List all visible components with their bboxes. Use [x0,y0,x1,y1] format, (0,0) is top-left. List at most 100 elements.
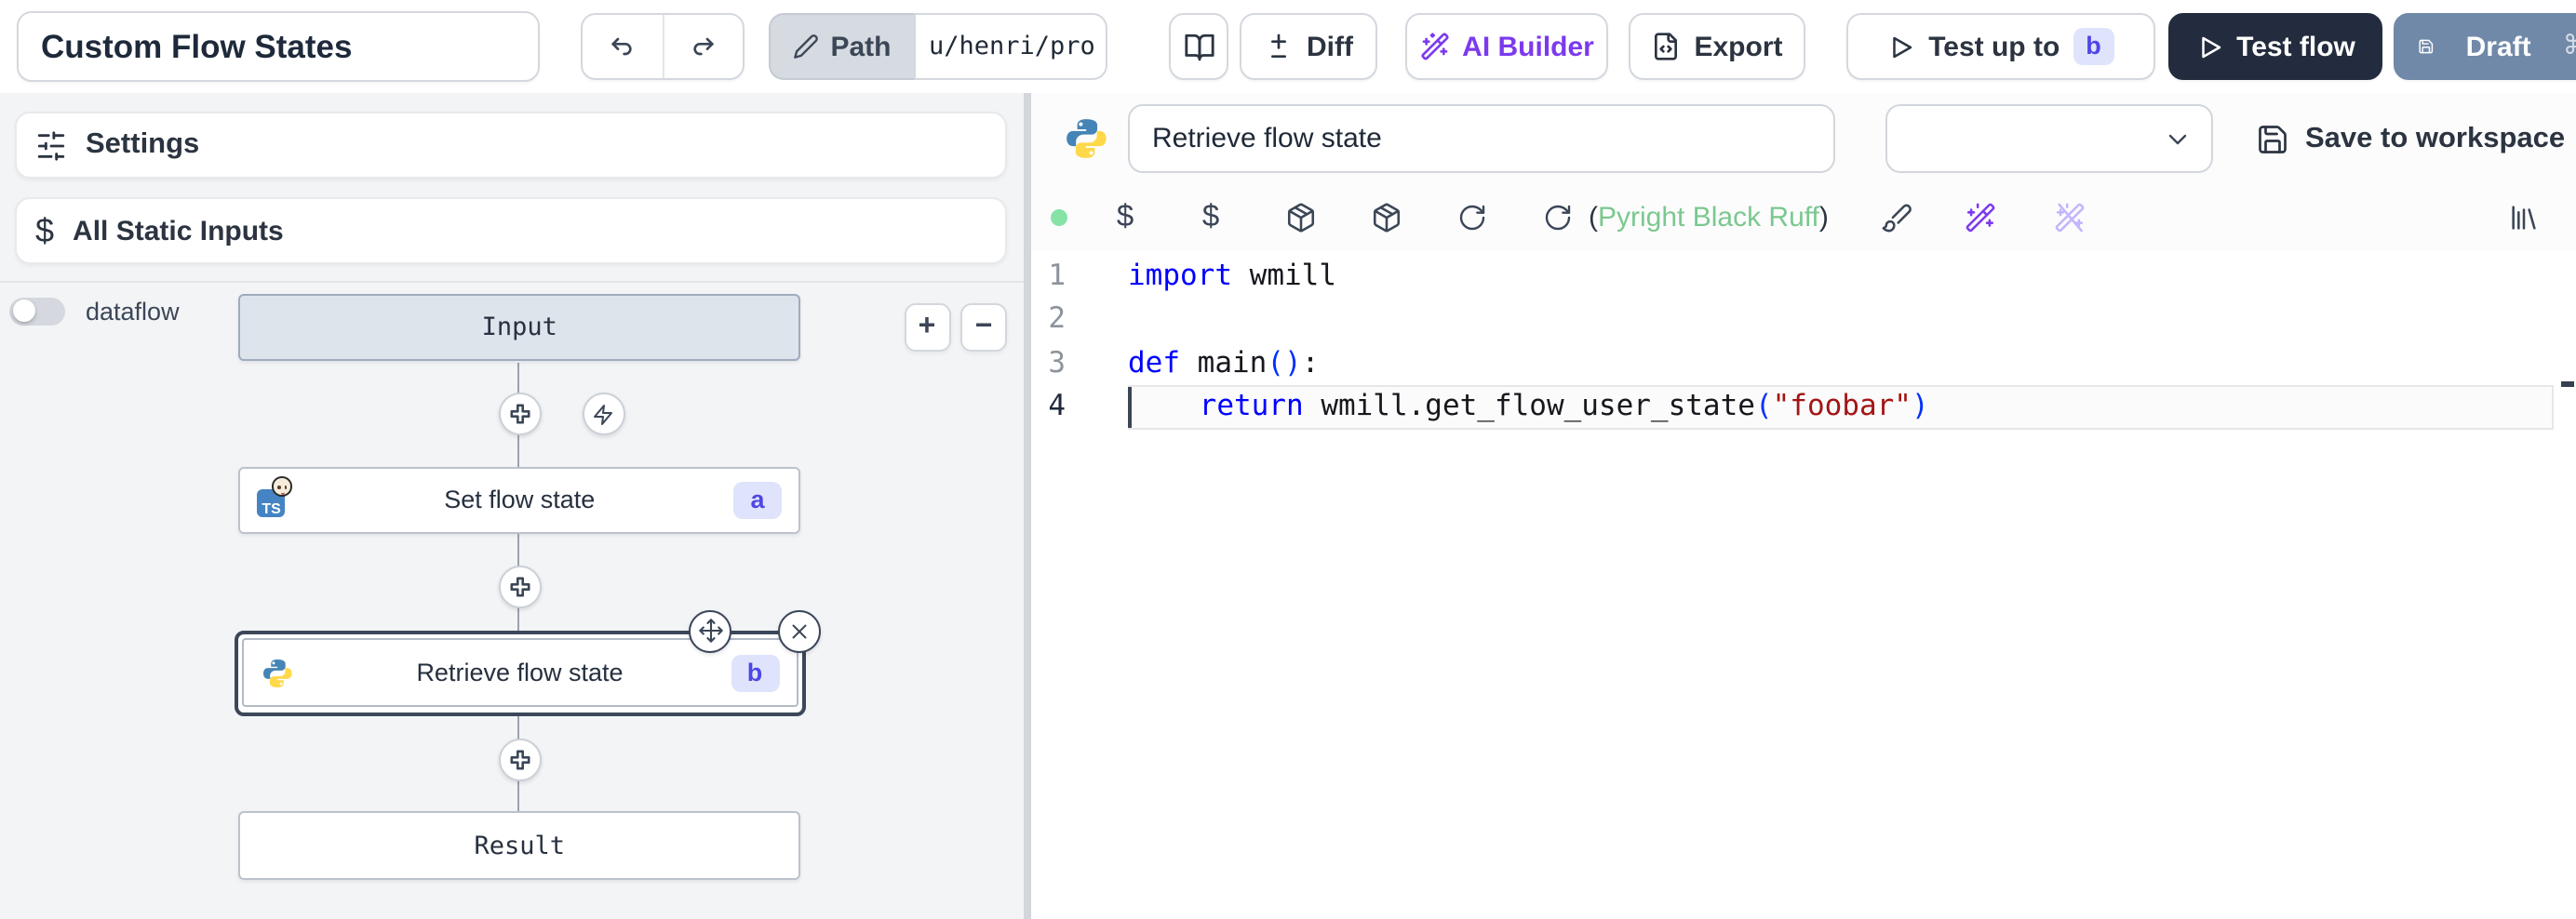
play-icon [1887,33,1915,60]
python-icon [261,656,294,689]
language-select[interactable] [1885,104,2213,174]
insert-step-button[interactable] [498,738,541,780]
dollar-icon: $ [35,211,54,250]
graph-zoom-in-button[interactable]: + [904,303,950,351]
diff-label: Diff [1307,31,1353,62]
save-draft-button[interactable]: Draft ⌘S [2394,13,2576,80]
line-number: 4 [1030,385,1066,429]
node-id-badge: b [731,654,779,691]
sliders-icon [35,129,67,161]
file-code-icon [1651,32,1681,61]
library-icon[interactable] [2507,203,2539,234]
chevron-down-icon [2163,124,2193,153]
windmill-flow-editor: Custom Flow States Path u/henri/pro Diff [0,0,2576,919]
dataflow-label: dataflow [86,298,180,326]
code-line[interactable]: 3def main(): [1030,341,2576,385]
flow-title: Custom Flow States [41,27,353,66]
flow-node-set-flow-state[interactable]: TS Set flow state a [239,467,800,535]
save-to-workspace-label: Save to workspace [2305,122,2565,155]
flow-node-result[interactable]: Result [239,812,800,880]
ai-wand-icon[interactable] [1965,203,1996,234]
editor-toolbar: $ $ (Pyright Black Ruff) [1030,186,2576,252]
play-icon [2195,33,2223,60]
python-icon [1062,115,1108,162]
insert-step-button[interactable] [498,393,541,436]
insert-step-button[interactable] [498,566,541,608]
redo-icon [689,32,718,61]
save-to-workspace-button[interactable]: Save to workspace [2255,115,2565,162]
graph-zoom-out-button[interactable]: − [960,303,1007,351]
redo-button[interactable] [662,15,743,78]
reload-icon[interactable] [1542,204,1572,233]
close-icon [787,619,812,643]
flow-node-input[interactable]: Input [239,294,800,362]
ai-builder-label: AI Builder [1462,31,1594,62]
settings-card[interactable]: Settings [15,112,1007,179]
line-number: 3 [1030,341,1066,385]
node-label: Input [482,313,557,342]
panel-splitter[interactable] [1024,93,1030,919]
wand-sparkles-icon [1419,32,1449,61]
main-area: Settings $ All Static Inputs dataflow In… [0,93,2576,919]
step-badge: b [2073,28,2114,65]
trigger-bolt-button[interactable] [582,393,624,436]
delete-node-button[interactable] [778,609,821,652]
package-icon[interactable] [1284,203,1316,234]
resource-picker-icon[interactable]: $ [1202,201,1219,236]
all-static-inputs-card[interactable]: $ All Static Inputs [15,197,1007,264]
code-line[interactable]: 2 [1030,298,2576,341]
diff-button[interactable]: Diff [1240,13,1377,80]
bolt-icon [592,404,614,426]
format-brush-icon[interactable] [1880,203,1912,234]
path-value[interactable]: u/henri/pro [914,13,1107,80]
top-toolbar: Custom Flow States Path u/henri/pro Diff [0,0,2576,95]
save-icon [2418,32,2435,61]
export-label: Export [1694,31,1782,62]
undo-redo-group [581,13,745,80]
undo-button[interactable] [583,15,662,78]
node-id-badge: a [733,482,782,519]
toggle-knob [12,300,34,322]
dataflow-toggle[interactable] [9,297,65,325]
code-line[interactable]: 4 return wmill.get_flow_user_state("foob… [1030,385,2576,429]
step-header-row: Save to workspace [1030,93,2576,186]
plus-icon [507,747,531,771]
move-node-button[interactable] [689,609,731,652]
code-lines: 1import wmill23def main():4 return wmill… [1030,254,2576,429]
line-number: 1 [1030,254,1066,298]
code-editor[interactable]: 1import wmill23def main():4 return wmill… [1030,250,2576,919]
reload-icon[interactable] [1456,204,1486,233]
flow-graph-panel: Settings $ All Static Inputs dataflow In… [0,93,1024,919]
variable-picker-icon[interactable]: $ [1117,201,1134,236]
export-button[interactable]: Export [1629,13,1805,80]
plus-minus-icon [1264,32,1294,61]
ai-wand-off-icon[interactable] [2053,203,2085,234]
docs-button[interactable] [1169,13,1228,80]
path-label: Path [830,31,891,62]
script-editor-panel: Save to workspace $ $ (Pyri [1030,93,2576,919]
test-flow-label: Test flow [2236,31,2355,62]
step-name-input[interactable] [1128,104,1835,174]
edit-path-button[interactable]: Path [769,13,914,80]
graph-separator [0,281,1024,283]
test-flow-button[interactable]: Test flow [2168,13,2382,80]
path-group: Path u/henri/pro [769,13,1107,80]
test-up-to-label: Test up to [1928,31,2059,62]
scrollbar-cursor-marker [2561,380,2574,386]
book-open-icon [1183,31,1214,62]
package-icon[interactable] [1370,203,1402,234]
save-icon [2255,122,2288,155]
test-up-to-button[interactable]: Test up to b [1846,13,2155,80]
pencil-icon [793,33,819,60]
ai-builder-button[interactable]: AI Builder [1405,13,1608,80]
code-line[interactable]: 1import wmill [1030,254,2576,298]
static-inputs-label: All Static Inputs [73,215,284,246]
bun-typescript-icon: TS [258,484,291,517]
flow-title-input[interactable]: Custom Flow States [17,11,540,82]
code-assistants-label[interactable]: (Pyright Black Ruff) [1589,203,1829,234]
node-label: Set flow state [444,486,595,514]
plus-icon [507,403,531,427]
node-label: Retrieve flow state [416,659,623,686]
move-icon [697,618,723,644]
settings-label: Settings [86,128,199,162]
